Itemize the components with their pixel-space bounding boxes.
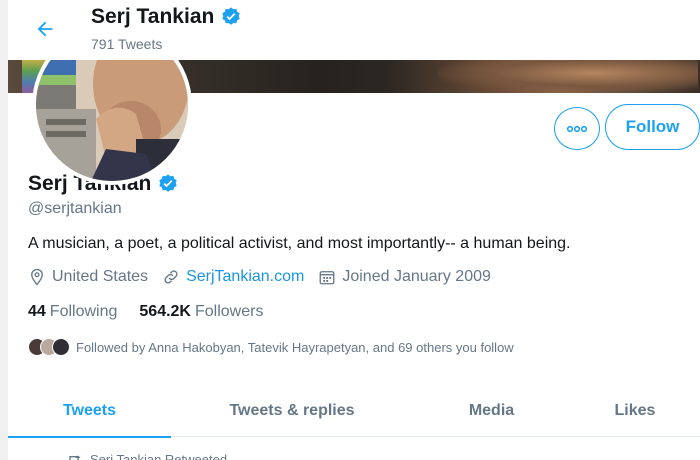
following-stat[interactable]: 44 Following — [28, 303, 117, 321]
location: United States — [28, 268, 148, 286]
following-count: 44 — [28, 303, 46, 320]
more-options-button[interactable] — [554, 107, 600, 150]
tab-tweets-and-replies[interactable]: Tweets & replies — [171, 385, 413, 437]
more-icon — [566, 125, 588, 132]
avatar — [52, 338, 70, 356]
website-link[interactable]: SerjTankian.com — [186, 268, 304, 286]
profile-header: Serj Tankian 791 Tweets — [8, 0, 700, 60]
followers-label: Followers — [194, 303, 264, 320]
handle: @serjtankian — [28, 200, 122, 217]
profile-meta: United States SerjTankian.com Joined Jan… — [28, 268, 505, 286]
tab-media[interactable]: Media — [413, 385, 570, 437]
verified-badge-icon — [159, 174, 178, 192]
followers-you-know-avatars — [28, 338, 70, 356]
tab-likes[interactable]: Likes — [570, 385, 700, 437]
website[interactable]: SerjTankian.com — [162, 268, 304, 286]
joined-date: Joined January 2009 — [318, 268, 491, 286]
tweet-count: 791 Tweets — [91, 36, 163, 52]
retweet-label: Serj Tankian Retweeted — [90, 452, 228, 460]
joined-text: Joined January 2009 — [342, 268, 491, 285]
link-icon — [164, 270, 178, 284]
followers-stat[interactable]: 564.2K Followers — [139, 303, 263, 321]
follow-button[interactable]: Follow — [605, 104, 700, 150]
tab-tweets[interactable]: Tweets — [8, 385, 171, 438]
followed-by[interactable]: Followed by Anna Hakobyan, Tatevik Hayra… — [28, 338, 514, 356]
follow-stats: 44 Following 564.2K Followers — [28, 303, 285, 321]
location-pin-icon — [31, 268, 43, 286]
profile-page: Serj Tankian 791 Tweets Follow Serj Tank… — [8, 0, 700, 460]
header-name-text: Serj Tankian — [91, 5, 215, 28]
calendar-icon — [319, 271, 335, 285]
retweet-indicator: Serj Tankian Retweeted — [66, 452, 227, 460]
back-button[interactable] — [30, 14, 60, 44]
profile-tabs: Tweets Tweets & replies Media Likes — [8, 385, 700, 438]
followed-by-text: Followed by Anna Hakobyan, Tatevik Hayra… — [76, 339, 514, 355]
bio: A musician, a poet, a political activist… — [28, 235, 571, 252]
back-arrow-icon — [37, 21, 53, 37]
following-label: Following — [49, 303, 118, 320]
verified-badge-icon — [222, 7, 241, 25]
header-name: Serj Tankian — [91, 5, 242, 29]
retweet-icon — [69, 454, 81, 460]
location-text: United States — [52, 268, 149, 285]
followers-count: 564.2K — [139, 303, 191, 320]
